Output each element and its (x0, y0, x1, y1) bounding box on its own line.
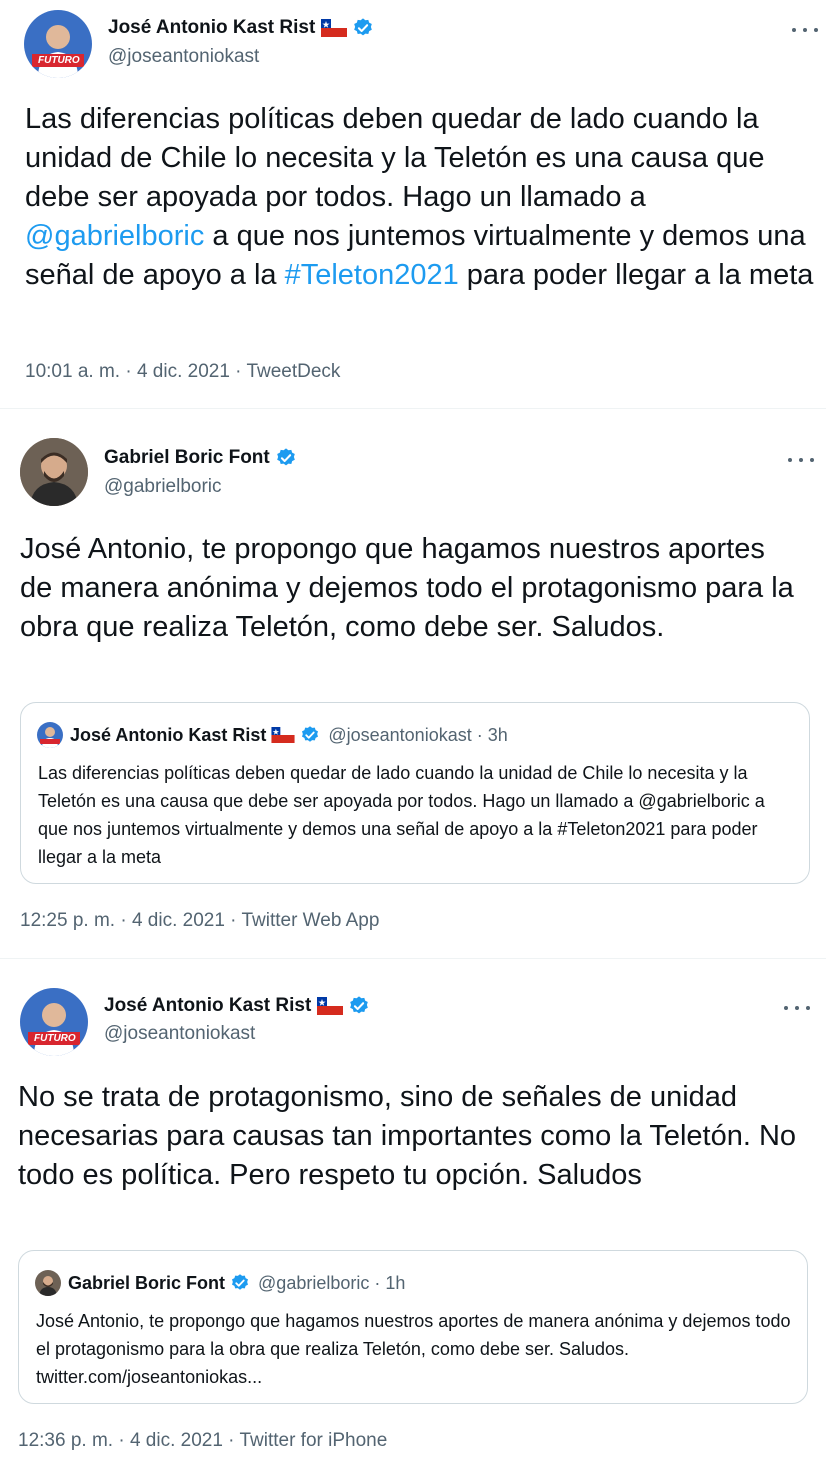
author-row: Gabriel Boric Font (104, 445, 297, 471)
more-options-icon[interactable] (784, 998, 810, 1018)
quoted-text: José Antonio, te propongo que hagamos nu… (36, 1311, 791, 1387)
chile-flag-icon (271, 727, 295, 743)
author-name[interactable]: José Antonio Kast Rist (108, 17, 315, 39)
author-handle[interactable]: @gabrielboric (104, 476, 222, 498)
boric-avatar-small (35, 1270, 61, 1296)
author-handle[interactable]: @joseantoniokast (104, 1023, 255, 1045)
quoted-handle-time: @gabrielboric · 1h (258, 1272, 406, 1293)
tweet-3: FUTURO José Antonio Kast Rist @joseanton… (0, 980, 826, 1460)
verified-badge-icon (230, 1273, 250, 1293)
tweet-timestamp[interactable]: 10:01 a. m. · 4 dic. 2021 · TweetDeck (25, 361, 340, 383)
divider (0, 408, 826, 409)
divider (0, 958, 826, 959)
chile-flag-icon (317, 997, 344, 1015)
tweet-text: Las diferencias políticas deben quedar d… (25, 103, 814, 291)
verified-badge-icon (348, 995, 370, 1017)
avatar-badge-text: FUTURO (34, 1033, 76, 1044)
tweet-timestamp[interactable]: 12:25 p. m. · 4 dic. 2021 · Twitter Web … (20, 910, 379, 932)
verified-badge-icon (352, 17, 374, 39)
verified-badge-icon (300, 725, 320, 745)
author-row: José Antonio Kast Rist (104, 993, 370, 1019)
more-options-icon[interactable] (792, 20, 818, 40)
avatar-badge-text: FUTURO (38, 55, 80, 66)
author-row: José Antonio Kast Rist (108, 15, 374, 41)
author-name[interactable]: José Antonio Kast Rist (104, 995, 311, 1017)
quoted-handle-time: @joseantoniokast · 3h (328, 724, 508, 745)
tweet-2: Gabriel Boric Font @gabrielboric José An… (0, 430, 826, 950)
tweet-timestamp[interactable]: 12:36 p. m. · 4 dic. 2021 · Twitter for … (18, 1430, 387, 1452)
chile-flag-icon (321, 19, 348, 37)
quoted-author-row: José Antonio Kast Rist @joseantoniokast … (37, 722, 508, 748)
author-name[interactable]: Gabriel Boric Font (104, 447, 270, 469)
verified-badge-icon (275, 447, 297, 469)
quoted-author-name: José Antonio Kast Rist (70, 724, 267, 745)
mention-link[interactable]: @gabrielboric (25, 220, 204, 252)
kast-avatar[interactable]: FUTURO (20, 988, 88, 1056)
hashtag-link[interactable]: #Teleton2021 (285, 259, 459, 291)
tweet-text: No se trata de protagonismo, sino de señ… (18, 1081, 797, 1191)
quoted-text: Las diferencias políticas deben quedar d… (38, 763, 765, 867)
quoted-author-name: Gabriel Boric Font (68, 1272, 226, 1293)
quoted-tweet[interactable]: José Antonio Kast Rist @joseantoniokast … (20, 702, 810, 884)
quoted-author-row: Gabriel Boric Font @gabrielboric · 1h (35, 1270, 405, 1296)
tweet-text: José Antonio, te propongo que hagamos nu… (20, 533, 794, 643)
boric-avatar[interactable] (20, 438, 88, 506)
quoted-tweet[interactable]: Gabriel Boric Font @gabrielboric · 1h Jo… (18, 1250, 808, 1404)
more-options-icon[interactable] (788, 450, 814, 470)
kast-avatar-small (37, 722, 63, 748)
tweet-1: FUTURO José Antonio Kast Rist @joseanton… (0, 0, 826, 400)
author-handle[interactable]: @joseantoniokast (108, 46, 259, 68)
kast-avatar[interactable]: FUTURO (24, 10, 92, 78)
